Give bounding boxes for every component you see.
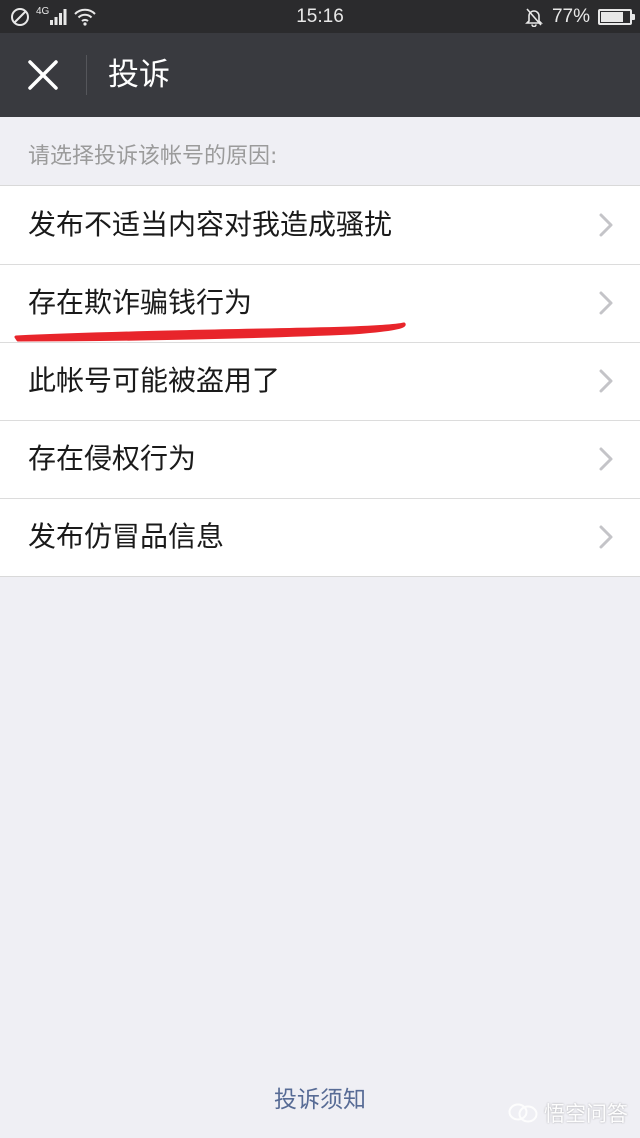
reason-item-fraud[interactable]: 存在欺诈骗钱行为: [0, 264, 640, 342]
reason-label: 存在欺诈骗钱行为: [28, 286, 253, 319]
section-header: 请选择投诉该帐号的原因:: [28, 144, 278, 169]
nav-divider: [86, 55, 87, 95]
nav-bar: 投诉: [0, 33, 640, 117]
reason-item-stolen-account[interactable]: 此帐号可能被盗用了: [0, 342, 640, 420]
close-button[interactable]: [18, 51, 68, 99]
status-right: 77%: [524, 6, 635, 28]
chevron-right-icon: [599, 213, 613, 237]
battery-percent: 77%: [551, 6, 590, 27]
battery-icon: [598, 9, 635, 25]
status-bar: 4G 15:16 77%: [0, 0, 640, 33]
reason-label: 发布不适当内容对我造成骚扰: [28, 208, 393, 241]
watermark-text: 悟空问答: [544, 1102, 628, 1126]
reason-label: 发布仿冒品信息: [28, 520, 225, 553]
chevron-right-icon: [599, 447, 613, 471]
reason-item-infringement[interactable]: 存在侵权行为: [0, 420, 640, 498]
chevron-right-icon: [599, 291, 613, 315]
watermark: 悟空问答: [508, 1098, 628, 1128]
reason-list: 发布不适当内容对我造成骚扰 存在欺诈骗钱行为 此帐号可能被盗用了 存在侵权行为 …: [0, 185, 640, 577]
reason-label: 存在侵权行为: [28, 442, 197, 475]
chevron-right-icon: [599, 525, 613, 549]
reason-label: 此帐号可能被盗用了: [28, 364, 281, 397]
reason-item-counterfeit[interactable]: 发布仿冒品信息: [0, 498, 640, 576]
mute-bell-icon: [525, 8, 543, 27]
close-icon: [28, 60, 58, 90]
chat-bubbles-icon: [508, 1103, 538, 1123]
chevron-right-icon: [599, 369, 613, 393]
battery-fill: [601, 12, 623, 22]
reason-item-harassment[interactable]: 发布不适当内容对我造成骚扰: [0, 186, 640, 264]
page-title: 投诉: [108, 57, 170, 93]
